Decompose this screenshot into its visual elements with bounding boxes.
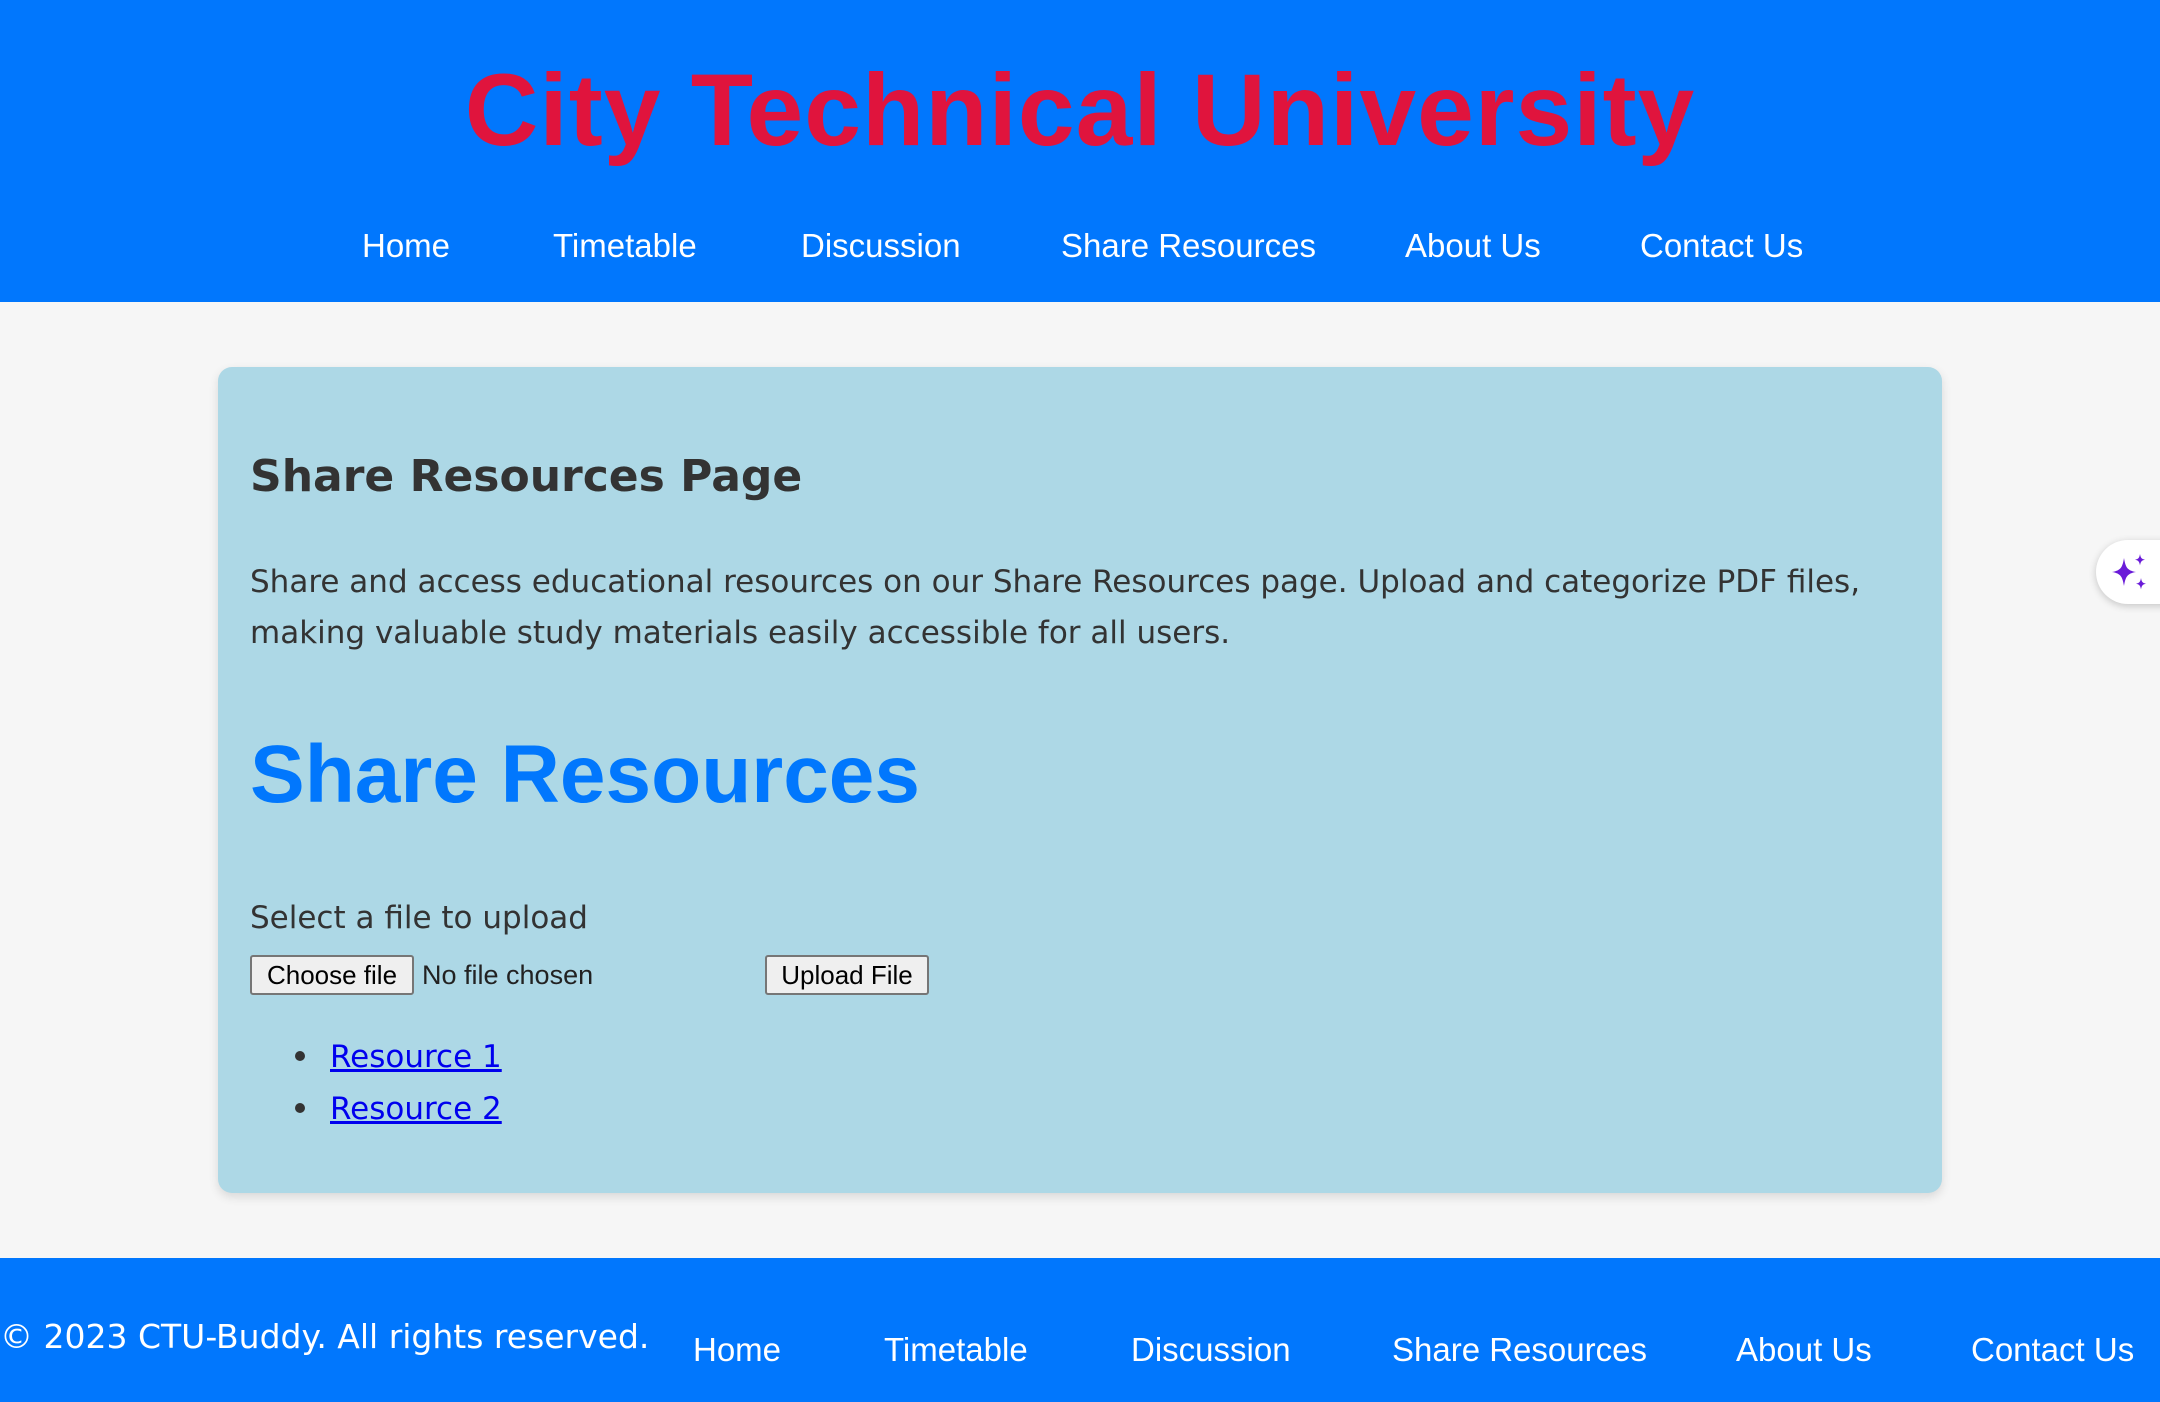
upload-label: Select a file to upload — [250, 900, 588, 936]
list-item: Resource 1 — [250, 1031, 502, 1083]
resource-link[interactable]: Resource 2 — [330, 1091, 502, 1127]
footer-nav-contact-us[interactable]: Contact Us — [1971, 1326, 2134, 1374]
ai-assistant-button[interactable] — [2096, 540, 2160, 604]
section-heading: Share Resources — [250, 729, 921, 820]
nav-about-us[interactable]: About Us — [1405, 222, 1541, 270]
footer-nav-discussion[interactable]: Discussion — [1131, 1326, 1291, 1374]
intro-text: Share and access educational resources o… — [250, 564, 1861, 651]
nav-home[interactable]: Home — [362, 222, 450, 270]
footer-nav-timetable[interactable]: Timetable — [884, 1326, 1028, 1374]
bullet — [295, 1051, 305, 1061]
list-item: Resource 2 — [250, 1083, 502, 1135]
resource-link[interactable]: Resource 1 — [330, 1039, 502, 1075]
footer-nav-home[interactable]: Home — [693, 1326, 781, 1374]
nav-discussion[interactable]: Discussion — [801, 222, 961, 270]
resource-list: Resource 1 Resource 2 — [250, 1031, 502, 1135]
main-nav: Home Timetable Discussion Share Resource… — [0, 222, 2160, 270]
content-card: Share Resources Page Share and access ed… — [218, 367, 1942, 1193]
nav-contact-us[interactable]: Contact Us — [1640, 222, 1803, 270]
site-title: City Technical University — [464, 53, 1696, 167]
bullet — [295, 1103, 305, 1113]
footer-nav: Home Timetable Discussion Share Resource… — [0, 1326, 2160, 1374]
nav-timetable[interactable]: Timetable — [553, 222, 697, 270]
nav-share-resources[interactable]: Share Resources — [1061, 222, 1316, 270]
page-heading: Share Resources Page — [250, 451, 803, 502]
footer-nav-share-resources[interactable]: Share Resources — [1392, 1326, 1647, 1374]
choose-file-button[interactable]: Choose file — [250, 955, 414, 995]
upload-file-button[interactable]: Upload File — [765, 955, 929, 995]
no-file-status: No file chosen — [422, 960, 594, 990]
footer-nav-about-us[interactable]: About Us — [1736, 1326, 1872, 1374]
site-header: City Technical University Home Timetable… — [0, 0, 2160, 302]
site-footer: © 2023 CTU-Buddy. All rights reserved. H… — [0, 1258, 2160, 1402]
